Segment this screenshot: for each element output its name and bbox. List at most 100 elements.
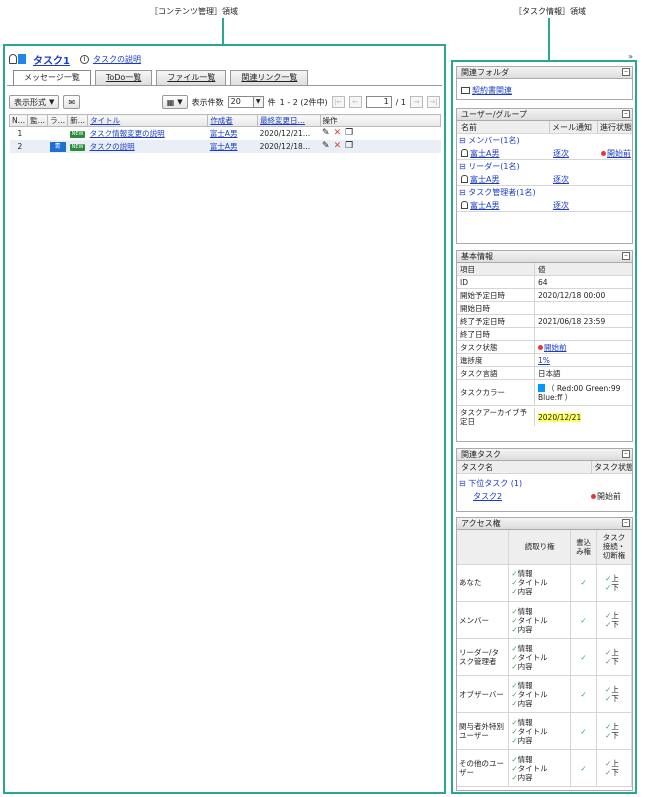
member-mail-link[interactable]: 逐次 xyxy=(553,149,569,158)
read-right-label: 情報 xyxy=(517,680,533,690)
message-title-link[interactable]: タスクの説明 xyxy=(90,142,135,151)
access-rights-title: アクセス権 xyxy=(461,519,501,528)
column-header-author-label: 作成者 xyxy=(210,116,233,125)
members-group[interactable]: ⊟ メンバー(1名) xyxy=(457,134,632,147)
edit-icon[interactable]: ✎ xyxy=(322,128,330,138)
members-group-label: メンバー(1名) xyxy=(468,136,520,145)
info-row-task-state: タスク状態 開始前 xyxy=(457,341,632,354)
message-title-link[interactable]: タスク情報変更の説明 xyxy=(90,129,165,138)
row-number: 2 xyxy=(9,139,28,153)
sub-task-link[interactable]: タスク2 xyxy=(473,492,502,501)
minimize-icon[interactable]: – xyxy=(622,252,630,260)
access-row: 関与者外特別ユーザー ✓情報 ✓タイトル ✓内容 ✓ ✓上 ✓下 xyxy=(457,712,632,750)
write-rights-cell: ✓ xyxy=(570,749,598,787)
read-right-label: タイトル xyxy=(517,689,548,699)
write-rights-cell: ✓ xyxy=(570,564,598,602)
related-folder-link[interactable]: 契約書関連 xyxy=(472,86,512,95)
collapse-panel-icon[interactable]: » xyxy=(628,52,633,61)
member-state-link[interactable]: 開始前 xyxy=(607,149,631,158)
tab-files[interactable]: ファイル一覧 xyxy=(156,70,227,85)
connect-right-label: 上 xyxy=(611,611,619,620)
tab-messages[interactable]: メッセージ一覧 xyxy=(13,70,91,85)
tab-related-links[interactable]: 関連リンク一覧 xyxy=(230,70,309,85)
task-description-link[interactable]: タスクの説明 xyxy=(93,54,141,65)
read-rights-cell: ✓情報 ✓タイトル ✓内容 xyxy=(508,601,572,639)
message-title[interactable]: タスク情報変更の説明 xyxy=(88,127,208,140)
column-header-title[interactable]: タイトル xyxy=(87,114,209,127)
display-format-button[interactable]: 表示形式 ▼ xyxy=(9,95,60,109)
info-row-planned-start: 開始予定日時 2020/12/18 00:00 xyxy=(457,289,632,302)
column-settings-button[interactable]: ▦ ▼ xyxy=(161,95,188,109)
prev-page-button[interactable]: ← xyxy=(348,96,362,108)
sub-task-row: タスク2 開始前 xyxy=(457,490,632,503)
column-header[interactable]: N… xyxy=(8,114,29,127)
task-title-link[interactable]: タスク1 xyxy=(33,52,70,67)
page-number-input[interactable]: 1 xyxy=(365,96,392,108)
edit-icon[interactable]: ✎ xyxy=(322,141,330,151)
first-page-button[interactable]: |← xyxy=(331,96,345,108)
table-row[interactable]: 2 青 NEW タスクの説明 富士A男 2020/12/18… ✎ ✕ ❐ xyxy=(9,139,441,153)
column-header-modified-label: 最終変更日… xyxy=(260,116,306,125)
member-row: 富士A男 逐次 開始前 xyxy=(457,147,632,160)
column-header-modified[interactable]: 最終変更日… xyxy=(257,114,321,127)
access-row-label: リーダー/タスク管理者 xyxy=(457,638,510,676)
column-header[interactable]: 新… xyxy=(67,114,89,127)
related-task-title: 関連タスク xyxy=(461,450,501,459)
progress-link[interactable]: 1% xyxy=(538,356,550,365)
read-right-label: 内容 xyxy=(517,624,533,634)
read-rights-cell: ✓情報 ✓タイトル ✓内容 xyxy=(508,675,572,713)
read-right-label: 情報 xyxy=(517,569,533,579)
display-count-select[interactable]: 20 ▼ xyxy=(227,96,264,108)
mail-button[interactable]: ✉ xyxy=(63,95,81,109)
read-right-label: 情報 xyxy=(517,717,533,727)
connect-rights-cell: ✓上 ✓下 xyxy=(596,749,632,787)
column-header-author[interactable]: 作成者 xyxy=(207,114,259,127)
access-table-header: 読取り権 書込み権 タスク接続・切断権 xyxy=(457,530,632,565)
read-right-label: 内容 xyxy=(517,735,533,745)
status-dot-icon xyxy=(591,494,596,499)
task-state-link[interactable]: 開始前 xyxy=(544,343,567,352)
column-header-title-label: タイトル xyxy=(90,116,121,125)
tab-todo[interactable]: ToDo一覧 xyxy=(94,70,153,85)
read-right-label: タイトル xyxy=(517,726,548,736)
related-folder-item[interactable]: 契約書関連 xyxy=(457,79,632,96)
status-dot-icon xyxy=(538,345,543,350)
delete-icon[interactable]: ✕ xyxy=(334,128,342,138)
minimize-icon[interactable]: – xyxy=(622,110,630,118)
leaders-group[interactable]: ⊟ リーダー(1名) xyxy=(457,160,632,173)
minimize-icon[interactable]: – xyxy=(622,519,630,527)
column-header[interactable]: 監… xyxy=(27,114,49,127)
column-header[interactable]: ラ… xyxy=(47,114,69,127)
copy-icon[interactable]: ❐ xyxy=(345,128,353,138)
author-link[interactable]: 富士A男 xyxy=(210,129,238,138)
author-link[interactable]: 富士A男 xyxy=(210,142,238,151)
sub-task-state: 開始前 xyxy=(597,492,621,501)
folder-icon xyxy=(461,87,470,94)
read-right-label: 情報 xyxy=(517,606,533,616)
table-row[interactable]: 1 NEW タスク情報変更の説明 富士A男 2020/12/21… ✎ ✕ ❐ xyxy=(10,127,441,140)
managers-group[interactable]: ⊟ タスク管理者(1名) xyxy=(457,186,632,199)
leader-name-link[interactable]: 富士A男 xyxy=(470,175,499,184)
read-right-label: タイトル xyxy=(517,578,548,588)
row-number: 1 xyxy=(17,128,23,138)
minimize-icon[interactable]: – xyxy=(622,68,630,76)
connect-rights-cell: ✓上 ✓下 xyxy=(596,638,632,676)
last-page-button[interactable]: →| xyxy=(427,96,440,108)
message-title[interactable]: タスクの説明 xyxy=(87,139,208,153)
watch-cell xyxy=(28,127,48,140)
manager-name-link[interactable]: 富士A男 xyxy=(470,201,499,210)
next-page-button[interactable]: → xyxy=(410,96,423,108)
chevron-down-icon: ▼ xyxy=(177,98,183,106)
sub-task-group[interactable]: ⊟ 下位タスク (1) xyxy=(457,477,632,490)
member-name-link[interactable]: 富士A男 xyxy=(470,149,499,158)
author[interactable]: 富士A男 xyxy=(207,139,258,153)
copy-icon[interactable]: ❐ xyxy=(345,141,353,151)
connect-right-label: 下 xyxy=(611,694,619,703)
manager-mail-link[interactable]: 逐次 xyxy=(553,201,569,210)
author[interactable]: 富士A男 xyxy=(208,127,258,140)
delete-icon[interactable]: ✕ xyxy=(334,141,342,151)
minimize-icon[interactable]: – xyxy=(622,450,630,458)
leader-mail-link[interactable]: 逐次 xyxy=(553,175,569,184)
connect-right-label: 上 xyxy=(611,648,619,657)
read-right-label: 内容 xyxy=(517,587,533,597)
